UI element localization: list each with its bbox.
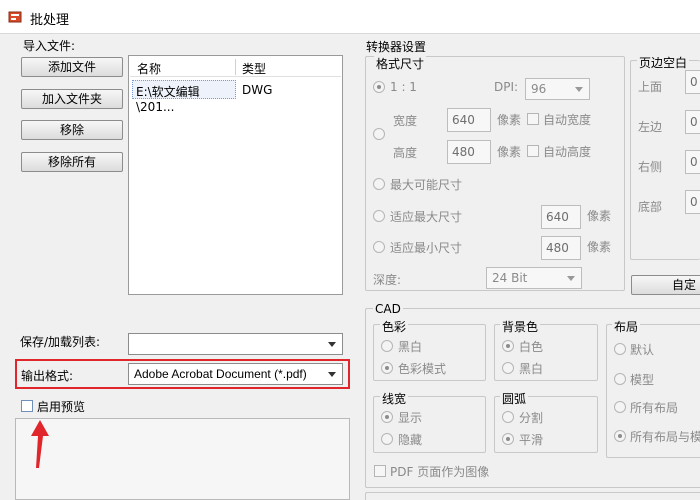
fit-max-input[interactable]: 640 [541,205,581,229]
lineweight-hide-label: 隐藏 [398,433,423,447]
background-black-radio[interactable] [502,362,514,374]
output-format-select[interactable]: Adobe Acrobat Document (*.pdf) [128,363,343,385]
color-title: 色彩 [380,318,409,335]
color-bw-radio[interactable] [381,340,393,352]
pdf-as-image-checkbox[interactable] [374,465,386,477]
next-group [365,492,700,500]
color-mode-radio[interactable] [381,362,393,374]
pdf-as-image-label: PDF 页面作为图像 [390,465,490,479]
color-mode-label: 色彩模式 [398,362,447,376]
margins-title: 页边空白 [637,54,690,71]
title-bar: 批处理 [0,0,700,34]
fit-min-label: 适应最小尺寸 [390,241,463,255]
custom-size-radio[interactable] [373,128,385,140]
import-files-label: 导入文件: [23,39,76,53]
lineweight-show-label: 显示 [398,411,423,425]
add-folder-button[interactable]: 加入文件夹 [21,89,123,109]
file-list[interactable]: 名称 类型 E:\软文编辑\201... DWG [128,55,343,295]
arc-smooth-label: 平滑 [519,433,544,447]
column-header-name[interactable]: 名称 [137,60,161,77]
lineweight-hide-radio[interactable] [381,433,393,445]
height-unit: 像素 [497,145,522,159]
background-black-label: 黑白 [519,362,544,376]
depth-label: 深度: [373,273,402,287]
height-label: 高度 [393,146,418,160]
lineweight-show-radio[interactable] [381,411,393,423]
converter-settings-label: 转换器设置 [366,40,427,54]
arc-split-label: 分割 [519,411,544,425]
layout-all-model-radio[interactable] [614,430,626,442]
lineweight-title: 线宽 [380,390,409,407]
depth-select[interactable]: 24 Bit [486,267,582,289]
arc-title: 圆弧 [500,390,529,407]
enable-preview-checkbox[interactable] [21,400,33,412]
dpi-label: DPI: [494,80,519,94]
remove-button[interactable]: 移除 [21,120,123,140]
dpi-select[interactable]: 96 [525,78,590,100]
enable-preview-label: 启用预览 [37,400,86,414]
layout-model-label: 模型 [630,373,655,387]
layout-all-radio[interactable] [614,401,626,413]
width-unit: 像素 [497,113,522,127]
save-load-list-select[interactable] [128,333,343,355]
layout-default-label: 默认 [630,343,655,357]
chevron-down-icon [567,276,575,281]
arc-split-radio[interactable] [502,411,514,423]
ratio-label: 1 : 1 [390,80,417,94]
remove-all-button[interactable]: 移除所有 [21,152,123,172]
column-header-type[interactable]: 类型 [242,60,266,77]
output-format-label: 输出格式: [21,369,74,383]
fit-min-radio[interactable] [373,241,385,253]
margin-top-label: 上面 [638,80,663,94]
margin-right-label: 右侧 [638,160,663,174]
auto-height-checkbox[interactable] [527,145,539,157]
max-possible-radio[interactable] [373,178,385,190]
width-input[interactable]: 640 [447,108,491,132]
cad-title: CAD [373,302,403,316]
margin-left-input[interactable]: 0 [685,110,700,134]
color-bw-label: 黑白 [398,340,423,354]
chevron-down-icon [575,87,583,92]
width-label: 宽度 [393,114,418,128]
height-input[interactable]: 480 [447,140,491,164]
background-white-label: 白色 [519,340,544,354]
row-name-cell: E:\软文编辑\201... [136,85,200,114]
background-title: 背景色 [500,318,541,335]
margin-bottom-label: 底部 [638,200,663,214]
row-type-cell: DWG [242,83,273,97]
auto-width-label: 自动宽度 [543,113,592,127]
preview-area [15,418,350,500]
background-white-radio[interactable] [502,340,514,352]
format-size-title: 格式尺寸 [374,55,427,72]
margin-right-input[interactable]: 0 [685,150,700,174]
fit-max-unit: 像素 [587,209,612,223]
app-icon [8,11,22,23]
fit-min-unit: 像素 [587,240,612,254]
auto-width-checkbox[interactable] [527,113,539,125]
auto-height-label: 自动高度 [543,145,592,159]
margin-bottom-input[interactable]: 0 [685,190,700,214]
red-arrow-icon [31,420,49,468]
add-file-button[interactable]: 添加文件 [21,57,123,77]
file-list-header: 名称 类型 [130,57,341,77]
layout-all-label: 所有布局 [630,401,679,415]
table-row[interactable]: E:\软文编辑\201... [132,80,236,114]
layout-all-model-label: 所有布局与模 [630,430,700,444]
custom-button[interactable]: 自定 [631,275,700,295]
layout-default-radio[interactable] [614,343,626,355]
save-load-list-label: 保存/加载列表: [20,335,101,349]
fit-min-input[interactable]: 480 [541,236,581,260]
chevron-down-icon [328,372,336,377]
margin-top-input[interactable]: 0 [685,70,700,94]
ratio-radio[interactable] [373,81,385,93]
layout-title: 布局 [612,318,641,335]
fit-max-label: 适应最大尺寸 [390,210,463,224]
max-possible-label: 最大可能尺寸 [390,178,463,192]
margin-left-label: 左边 [638,120,663,134]
arc-smooth-radio[interactable] [502,433,514,445]
window-title: 批处理 [30,13,70,28]
fit-max-radio[interactable] [373,210,385,222]
layout-model-radio[interactable] [614,373,626,385]
chevron-down-icon [328,342,336,347]
